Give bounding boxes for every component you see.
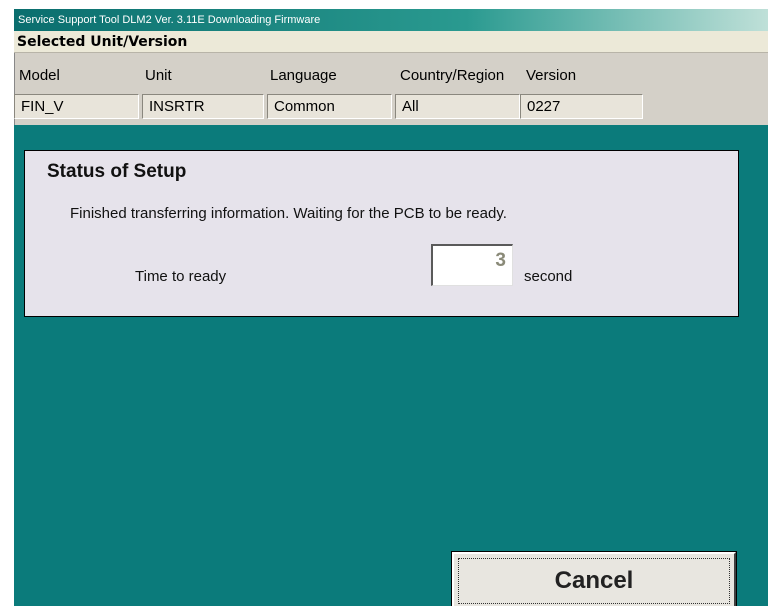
column-header-model: Model bbox=[19, 67, 60, 84]
column-header-country-region: Country/Region bbox=[400, 67, 505, 84]
countdown-field: 3 bbox=[431, 244, 513, 286]
column-header-unit: Unit bbox=[145, 67, 172, 84]
cancel-button-label: Cancel bbox=[458, 558, 730, 604]
model-value: FIN_V bbox=[14, 94, 139, 119]
main-content-area: Status of Setup Finished transferring in… bbox=[14, 125, 768, 606]
status-panel: Status of Setup Finished transferring in… bbox=[24, 150, 739, 317]
status-message: Finished transferring information. Waiti… bbox=[70, 205, 507, 222]
country-region-value: All bbox=[395, 94, 520, 119]
cancel-button[interactable]: Cancel bbox=[451, 551, 737, 606]
title-bar[interactable]: Service Support Tool DLM2 Ver. 3.11E Dow… bbox=[14, 9, 768, 31]
language-value: Common bbox=[267, 94, 392, 119]
window-title: Service Support Tool DLM2 Ver. 3.11E Dow… bbox=[18, 14, 321, 26]
column-header-language: Language bbox=[270, 67, 337, 84]
time-to-ready-label: Time to ready bbox=[135, 268, 227, 285]
selected-unit-section-label: Selected Unit/Version bbox=[14, 31, 768, 53]
time-unit-label: second bbox=[524, 268, 573, 285]
column-header-version: Version bbox=[526, 67, 577, 84]
status-title: Status of Setup bbox=[47, 161, 187, 182]
version-value: 0227 bbox=[520, 94, 643, 119]
unit-value: INSRTR bbox=[142, 94, 264, 119]
firmware-download-window: Service Support Tool DLM2 Ver. 3.11E Dow… bbox=[14, 9, 768, 606]
